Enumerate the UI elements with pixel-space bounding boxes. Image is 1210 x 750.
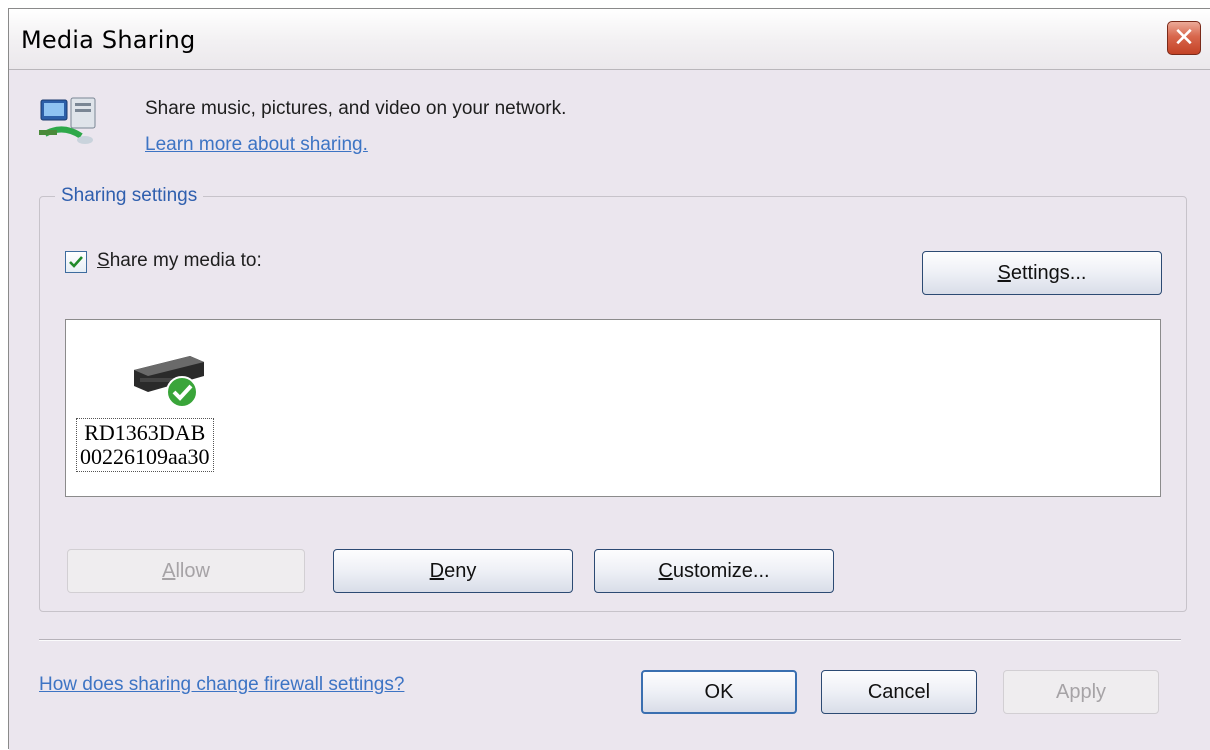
ok-button[interactable]: OK (641, 670, 797, 714)
sharing-settings-title: Sharing settings (55, 185, 204, 207)
title-bar[interactable]: Media Sharing ✕ (9, 9, 1210, 70)
deny-label-text: eny (444, 559, 477, 582)
allow-button-label: Allow (162, 560, 210, 583)
settings-access-key: S (997, 261, 1011, 284)
close-button[interactable]: ✕ (1167, 21, 1201, 55)
window-title: Media Sharing (21, 26, 196, 54)
customize-button[interactable]: Customize... (594, 549, 834, 593)
device-list[interactable]: RD1363DAB 00226109aa30 (65, 319, 1161, 497)
dialog-body: Share music, pictures, and video on your… (9, 70, 1210, 750)
share-media-label-text: hare my media to: (109, 250, 262, 271)
share-media-label[interactable]: Share my media to: (97, 250, 262, 272)
media-device-allowed-icon (130, 346, 210, 421)
cancel-button[interactable]: Cancel (821, 670, 977, 714)
footer-separator (39, 639, 1181, 641)
checkmark-icon (69, 256, 83, 268)
share-media-access-key: S (97, 250, 110, 271)
customize-access-key: C (658, 559, 673, 582)
customize-button-label: Customize... (658, 560, 769, 583)
deny-access-key: D (429, 559, 445, 582)
allow-access-key: A (162, 559, 176, 582)
allow-label-text: llow (175, 559, 210, 582)
customize-label-text: ustomize... (672, 559, 770, 582)
device-name-line2: 00226109aa30 (80, 444, 210, 469)
deny-button[interactable]: Deny (333, 549, 573, 593)
allow-button[interactable]: Allow (67, 549, 305, 593)
media-sharing-dialog: Media Sharing ✕ Share music, pictures, a… (8, 8, 1210, 750)
deny-button-label: Deny (430, 560, 477, 583)
settings-button[interactable]: Settings... (922, 251, 1162, 295)
share-media-checkbox[interactable] (65, 251, 87, 273)
settings-button-label: Settings... (998, 262, 1087, 285)
device-name-line1: RD1363DAB (84, 420, 206, 445)
network-sharing-icon (37, 94, 107, 155)
settings-label-text: ettings... (1010, 261, 1087, 284)
firewall-settings-link[interactable]: How does sharing change firewall setting… (39, 674, 404, 696)
device-item-label[interactable]: RD1363DAB 00226109aa30 (76, 418, 214, 472)
intro-description: Share music, pictures, and video on your… (145, 98, 567, 119)
close-icon: ✕ (1173, 23, 1195, 53)
learn-more-link[interactable]: Learn more about sharing. (145, 134, 368, 156)
apply-button[interactable]: Apply (1003, 670, 1159, 714)
